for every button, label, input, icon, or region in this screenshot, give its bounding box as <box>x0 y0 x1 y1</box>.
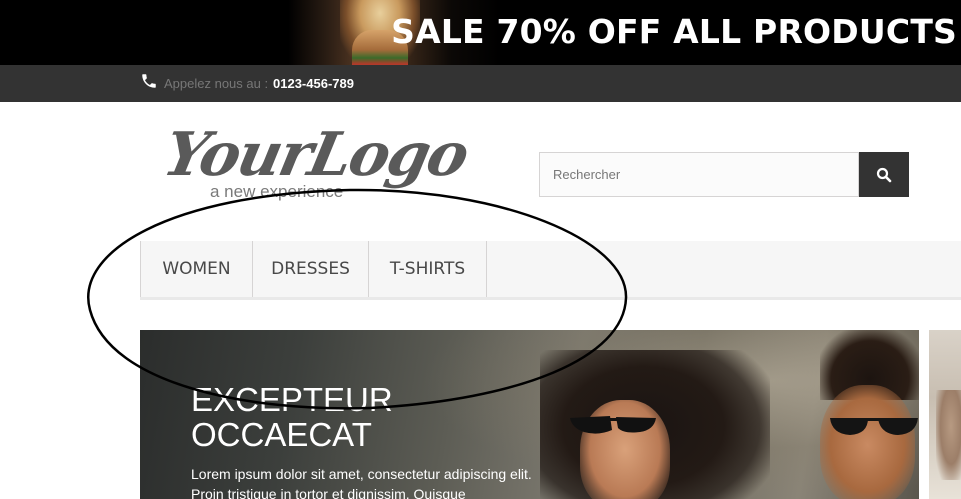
slider-title: EXCEPTEUR OCCAECAT <box>191 382 393 452</box>
slider-man-face <box>820 385 915 499</box>
slider-title-line-1: EXCEPTEUR <box>191 381 393 418</box>
logo-main-text: YourLogo <box>157 120 474 190</box>
promo-text: SALE 70% OFF ALL PRODUCTS <box>391 12 957 51</box>
site-logo[interactable]: YourLogo a new experience <box>158 120 474 210</box>
main-menu: WOMEN DRESSES T-SHIRTS <box>140 241 961 300</box>
menu-item-dresses[interactable]: DRESSES <box>253 241 369 297</box>
menu-item-tshirts[interactable]: T-SHIRTS <box>369 241 487 297</box>
phone-icon <box>142 74 156 88</box>
search-input[interactable] <box>540 153 858 196</box>
side-banner-figure <box>936 390 961 480</box>
slider-title-line-2: OCCAECAT <box>191 416 372 453</box>
search-icon <box>876 167 892 183</box>
search-box <box>539 152 859 197</box>
menu-item-women[interactable]: WOMEN <box>140 241 253 297</box>
contact-label: Appelez nous au : <box>164 76 269 91</box>
sunglasses-graphic <box>830 418 918 435</box>
logo-tagline: a new experience <box>210 182 344 201</box>
contact-phone-number: 0123-456-789 <box>273 76 354 91</box>
slider-description: Lorem ipsum dolor sit amet, consectetur … <box>191 466 532 499</box>
promo-banner[interactable]: SALE 70% OFF ALL PRODUCTS <box>0 0 961 65</box>
sunglasses-graphic <box>570 416 656 434</box>
search-button[interactable] <box>859 152 909 197</box>
homepage-slider[interactable]: EXCEPTEUR OCCAECAT Lorem ipsum dolor sit… <box>140 330 919 499</box>
